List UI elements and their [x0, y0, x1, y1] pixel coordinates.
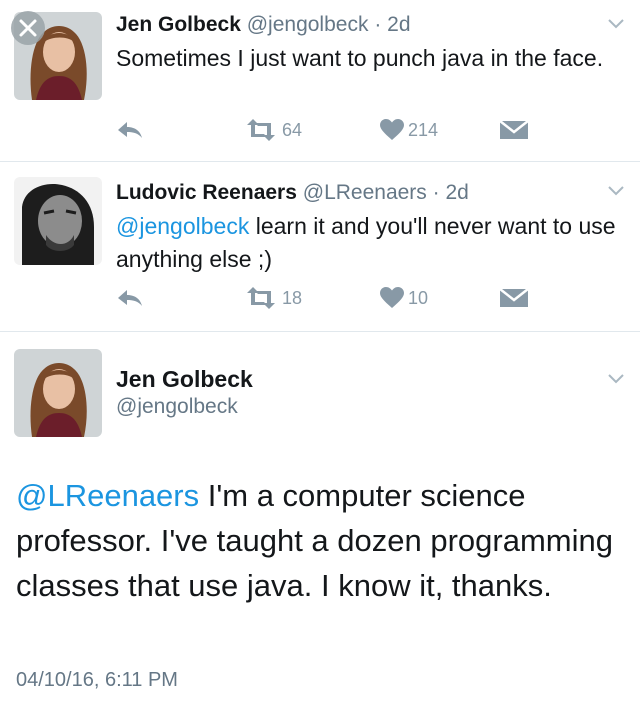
separator-dot: · [374, 13, 382, 36]
tweet-text: @jengolbeck learn it and you'll never wa… [116, 210, 621, 276]
chevron-down-icon[interactable] [606, 372, 626, 386]
reply-button[interactable] [116, 119, 144, 141]
tweet-actions: 64 214 [0, 119, 640, 145]
reply-icon [118, 122, 142, 138]
envelope-icon [499, 120, 529, 139]
mention-link[interactable]: @LReenaers [16, 478, 199, 513]
tweet-text: Sometimes I just want to punch java in t… [116, 45, 604, 71]
tweet-actions: 18 10 [0, 287, 640, 313]
retweet-button[interactable]: 18 [244, 287, 302, 309]
tweet-header: Ludovic Reenaers @LReenaers · 2d [116, 181, 469, 205]
avatar-ludovic-reenaers[interactable] [14, 177, 102, 265]
like-count: 10 [408, 287, 429, 308]
retweet-icon [247, 119, 275, 141]
chevron-down-icon[interactable] [606, 17, 626, 31]
tweet-header: Jen Golbeck @jengolbeck · 2d [116, 13, 411, 37]
retweet-icon [247, 287, 275, 309]
avatar-jen-golbeck[interactable] [14, 349, 102, 437]
heart-icon [380, 119, 404, 140]
author-name[interactable]: Jen Golbeck [116, 13, 241, 36]
chevron-down-icon[interactable] [606, 184, 626, 198]
close-icon[interactable] [10, 10, 46, 46]
mention-link[interactable]: @jengolbeck [116, 213, 249, 239]
like-count: 214 [408, 119, 439, 140]
author-handle[interactable]: @LReenaers [303, 181, 427, 204]
separator-dot: · [432, 181, 440, 204]
author-name[interactable]: Jen Golbeck [116, 366, 253, 393]
detail-tweet-text: @LReenaers I'm a computer science profes… [16, 473, 628, 608]
author-handle[interactable]: @jengolbeck [116, 395, 238, 419]
envelope-icon [499, 288, 529, 307]
tweet-1[interactable]: Jen Golbeck @jengolbeck · 2d Sometimes I… [0, 0, 640, 162]
tweet-time[interactable]: 2d [387, 13, 410, 36]
reply-icon [118, 290, 142, 306]
heart-icon [380, 287, 404, 308]
reply-button[interactable] [116, 287, 144, 309]
tweet-timestamp[interactable]: 04/10/16, 6:11 PM [16, 669, 178, 692]
direct-message-button[interactable] [499, 119, 529, 141]
like-button[interactable]: 10 [380, 287, 428, 309]
direct-message-button[interactable] [499, 287, 529, 309]
author-name[interactable]: Ludovic Reenaers [116, 181, 297, 204]
retweet-count: 64 [282, 119, 303, 140]
retweet-button[interactable]: 64 [244, 119, 302, 141]
author-handle[interactable]: @jengolbeck [247, 13, 369, 36]
detail-tweet: Jen Golbeck @jengolbeck @LReenaers I'm a… [0, 331, 640, 718]
tweet-time[interactable]: 2d [446, 181, 469, 204]
like-button[interactable]: 214 [380, 119, 438, 141]
tweet-2[interactable]: Ludovic Reenaers @LReenaers · 2d @jengol… [0, 161, 640, 332]
retweet-count: 18 [282, 287, 303, 308]
